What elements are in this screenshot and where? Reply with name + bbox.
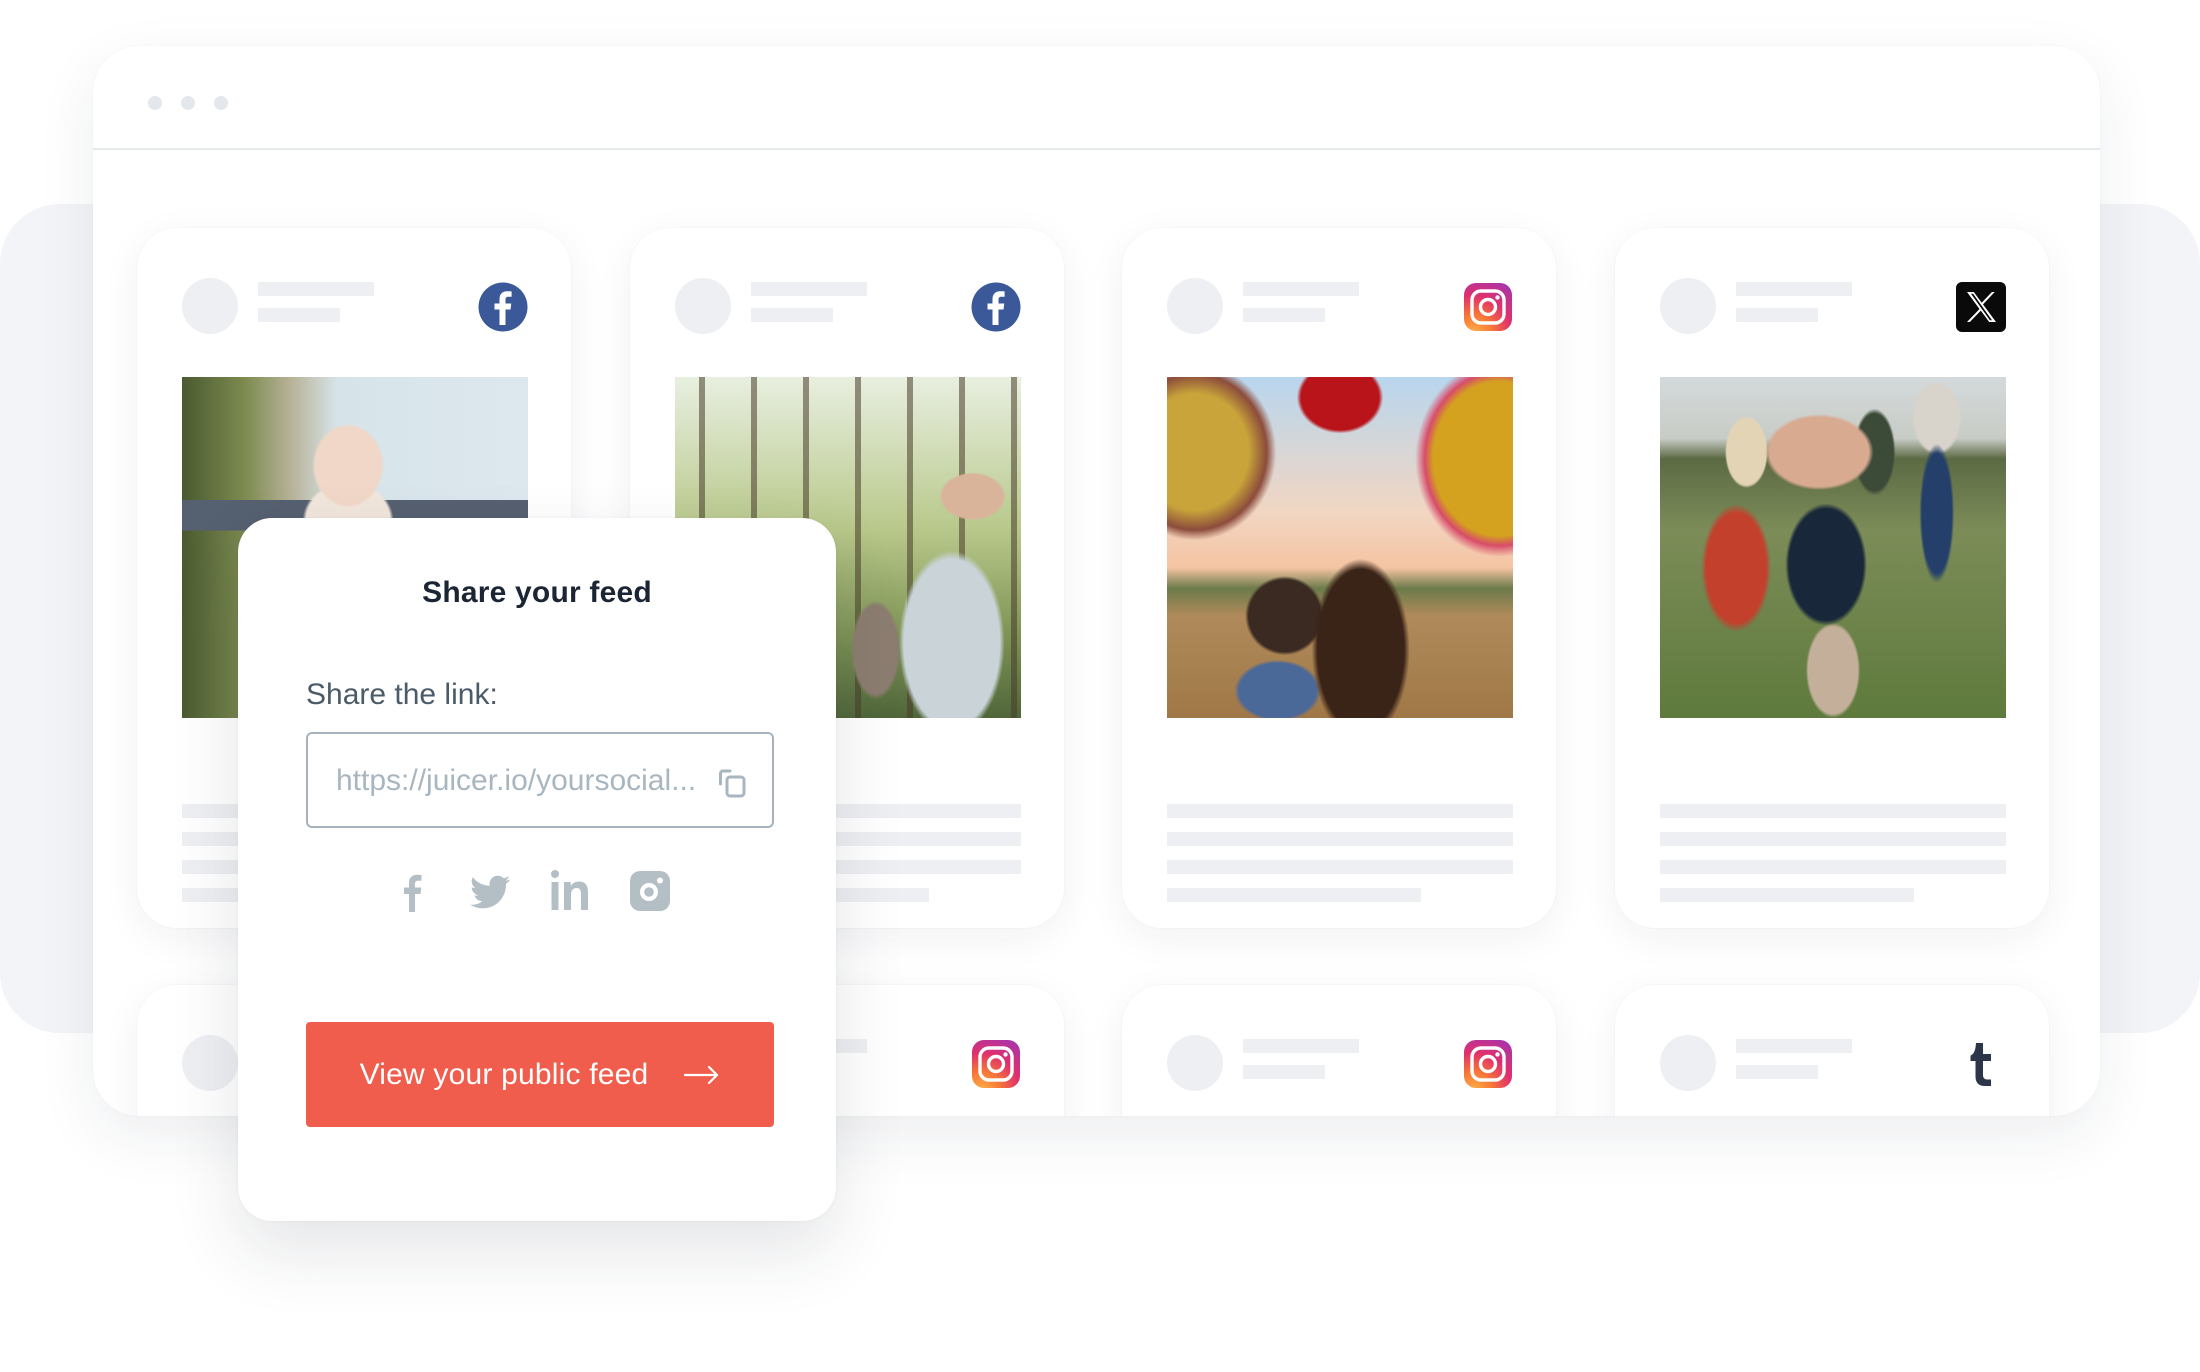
share-link-input[interactable]: https://juicer.io/yoursocial... — [306, 732, 774, 828]
post-date-placeholder — [1243, 308, 1325, 322]
share-link-label: Share the link: — [306, 678, 498, 711]
feed-post-card[interactable] — [1615, 228, 2049, 928]
view-public-feed-label: View your public feed — [359, 1057, 649, 1091]
post-photo[interactable] — [1660, 377, 2006, 718]
post-date-placeholder — [1736, 308, 1818, 322]
text-line-placeholder — [1167, 804, 1513, 818]
text-line-placeholder — [1660, 888, 1914, 902]
avatar-placeholder — [1660, 278, 1716, 334]
instagram-icon — [1464, 283, 1512, 331]
author-name-placeholder — [258, 282, 374, 296]
text-line-placeholder — [1167, 888, 1421, 902]
author-name-placeholder — [1243, 282, 1359, 296]
browser-title-bar — [93, 46, 2100, 150]
window-dot-icon — [181, 96, 195, 110]
text-line-placeholder — [1660, 832, 2006, 846]
post-date-placeholder — [751, 308, 833, 322]
linkedin-icon[interactable] — [548, 868, 592, 914]
share-link-value[interactable]: https://juicer.io/yoursocial... — [336, 764, 716, 798]
author-name-placeholder — [751, 282, 867, 296]
x-icon — [1956, 282, 2006, 332]
text-line-placeholder — [1167, 860, 1513, 874]
text-line-placeholder — [1660, 804, 2006, 818]
facebook-icon — [478, 282, 528, 332]
avatar-placeholder — [182, 278, 238, 334]
instagram-icon — [1464, 1040, 1512, 1088]
text-line-placeholder — [1660, 860, 2006, 874]
author-name-placeholder — [1736, 282, 1852, 296]
author-name-placeholder — [1243, 1039, 1359, 1053]
avatar-placeholder — [1660, 1035, 1716, 1091]
avatar-placeholder — [182, 1035, 238, 1091]
post-date-placeholder — [1243, 1065, 1325, 1079]
share-social-buttons — [238, 868, 836, 916]
tumblr-icon — [1970, 1043, 1991, 1086]
feed-post-card[interactable] — [1615, 985, 2049, 1116]
view-public-feed-button[interactable]: View your public feed — [306, 1022, 774, 1127]
twitter-icon[interactable] — [468, 868, 512, 914]
modal-title: Share your feed — [422, 576, 652, 609]
feed-post-card[interactable] — [1122, 228, 1556, 928]
copy-icon[interactable] — [718, 766, 748, 798]
instagram-icon[interactable] — [628, 868, 672, 914]
window-dot-icon — [214, 96, 228, 110]
author-name-placeholder — [1736, 1039, 1852, 1053]
facebook-icon — [971, 282, 1021, 332]
avatar-placeholder — [1167, 1035, 1223, 1091]
arrow-right-icon — [684, 1065, 719, 1084]
post-photo[interactable] — [1167, 377, 1513, 718]
facebook-icon[interactable] — [391, 868, 435, 914]
avatar-placeholder — [1167, 278, 1223, 334]
avatar-placeholder — [675, 278, 731, 334]
text-line-placeholder — [1167, 832, 1513, 846]
post-date-placeholder — [258, 308, 340, 322]
feed-post-card[interactable] — [1122, 985, 1556, 1116]
post-date-placeholder — [1736, 1065, 1818, 1079]
window-dot-icon — [148, 96, 162, 110]
share-feed-modal: Share your feed Share the link: https://… — [238, 518, 836, 1221]
instagram-icon — [972, 1040, 1020, 1088]
